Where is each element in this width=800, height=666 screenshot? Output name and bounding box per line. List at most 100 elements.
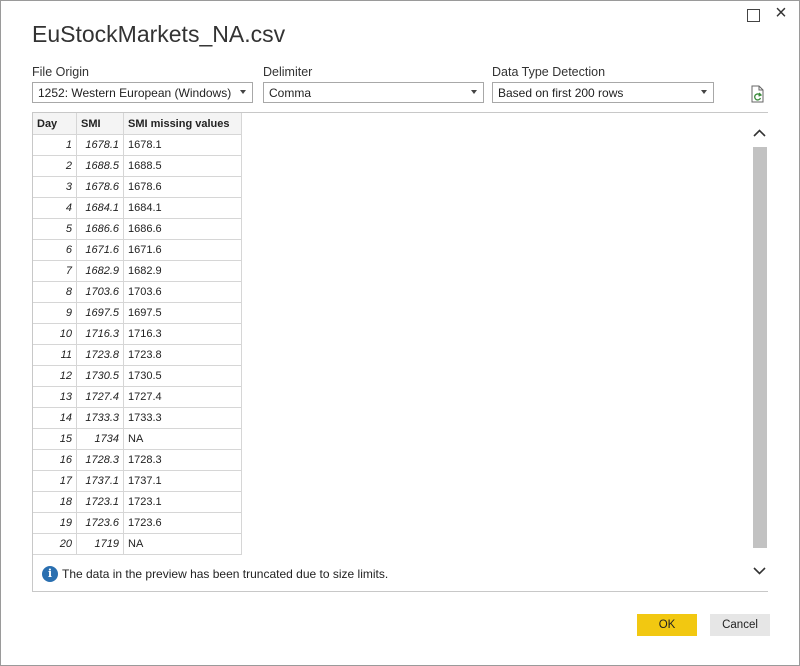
ok-button[interactable]: OK (637, 614, 697, 636)
table-row: 3 1678.6 1678.6 (33, 176, 242, 198)
cell-smi-missing: 1716.3 (123, 323, 242, 345)
table-row: 1 1678.1 1678.1 (33, 134, 242, 156)
table-row: 14 1733.3 1733.3 (33, 407, 242, 429)
cell-smi-missing: 1682.9 (123, 260, 242, 282)
cell-day: 20 (33, 533, 77, 555)
csv-import-dialog: × EuStockMarkets_NA.csv File Origin 1252… (0, 0, 800, 666)
table-row: 6 1671.6 1671.6 (33, 239, 242, 261)
cell-smi: 1682.9 (76, 260, 124, 282)
preview-table: Day SMI SMI missing values 1 1678.1 1678.1… (33, 113, 242, 555)
cell-smi-missing: 1727.4 (123, 386, 242, 408)
chevron-down-icon (701, 90, 707, 94)
table-row: 20 1719 NA (33, 533, 242, 555)
column-header-smi-missing: SMI missing values (123, 113, 242, 135)
table-row: 11 1723.8 1723.8 (33, 344, 242, 366)
refresh-preview-icon[interactable] (750, 85, 766, 103)
cell-day: 1 (33, 134, 77, 156)
cell-smi: 1719 (76, 533, 124, 555)
scroll-down-icon[interactable] (751, 561, 768, 581)
cell-smi: 1723.1 (76, 491, 124, 513)
cell-smi: 1716.3 (76, 323, 124, 345)
table-row: 10 1716.3 1716.3 (33, 323, 242, 345)
cell-day: 3 (33, 176, 77, 198)
cell-day: 8 (33, 281, 77, 303)
cancel-button[interactable]: Cancel (710, 614, 770, 636)
cell-smi: 1734 (76, 428, 124, 450)
cell-smi-missing: 1723.6 (123, 512, 242, 534)
column-header-smi: SMI (76, 113, 124, 135)
table-row: 19 1723.6 1723.6 (33, 512, 242, 534)
cell-smi: 1728.3 (76, 449, 124, 471)
table-row: 5 1686.6 1686.6 (33, 218, 242, 240)
cell-day: 16 (33, 449, 77, 471)
delimiter-label: Delimiter (263, 65, 313, 79)
cell-smi-missing: 1728.3 (123, 449, 242, 471)
cell-smi-missing: NA (123, 428, 242, 450)
chevron-down-icon (471, 90, 477, 94)
cell-smi-missing: 1723.1 (123, 491, 242, 513)
table-header-row: Day SMI SMI missing values (33, 113, 242, 135)
cell-smi: 1723.6 (76, 512, 124, 534)
file-origin-value: 1252: Western European (Windows) (38, 86, 232, 100)
cell-smi-missing: 1678.6 (123, 176, 242, 198)
data-preview: Day SMI SMI missing values 1 1678.1 1678.1… (32, 112, 768, 592)
cell-smi-missing: 1697.5 (123, 302, 242, 324)
table-row: 15 1734 NA (33, 428, 242, 450)
delimiter-value: Comma (269, 86, 312, 100)
info-icon: i (42, 566, 58, 582)
cell-smi: 1727.4 (76, 386, 124, 408)
cell-smi-missing: 1737.1 (123, 470, 242, 492)
file-origin-dropdown[interactable]: 1252: Western European (Windows) (32, 82, 253, 103)
file-origin-label: File Origin (32, 65, 89, 79)
table-row: 7 1682.9 1682.9 (33, 260, 242, 282)
cell-day: 6 (33, 239, 77, 261)
cell-day: 7 (33, 260, 77, 282)
delimiter-dropdown[interactable]: Comma (263, 82, 484, 103)
vertical-scrollbar[interactable] (751, 113, 768, 591)
cell-smi: 1723.8 (76, 344, 124, 366)
cell-day: 17 (33, 470, 77, 492)
maximize-icon[interactable] (747, 9, 760, 22)
table-row: 12 1730.5 1730.5 (33, 365, 242, 387)
cell-day: 13 (33, 386, 77, 408)
scroll-up-icon[interactable] (751, 123, 768, 143)
table-row: 9 1697.5 1697.5 (33, 302, 242, 324)
close-icon[interactable]: × (769, 1, 793, 25)
cell-smi-missing: 1686.6 (123, 218, 242, 240)
table-row: 8 1703.6 1703.6 (33, 281, 242, 303)
cell-smi-missing: 1671.6 (123, 239, 242, 261)
cell-day: 5 (33, 218, 77, 240)
cell-smi: 1671.6 (76, 239, 124, 261)
chevron-down-icon (240, 90, 246, 94)
cell-smi: 1678.6 (76, 176, 124, 198)
cell-day: 19 (33, 512, 77, 534)
cell-day: 15 (33, 428, 77, 450)
cell-smi: 1697.5 (76, 302, 124, 324)
notice-text: The data in the preview has been truncat… (62, 567, 389, 581)
cell-smi-missing: 1703.6 (123, 281, 242, 303)
cell-day: 9 (33, 302, 77, 324)
cell-smi: 1678.1 (76, 134, 124, 156)
cell-day: 10 (33, 323, 77, 345)
detection-dropdown[interactable]: Based on first 200 rows (492, 82, 714, 103)
scroll-thumb[interactable] (753, 147, 767, 548)
table-row: 17 1737.1 1737.1 (33, 470, 242, 492)
cell-smi: 1730.5 (76, 365, 124, 387)
cell-smi-missing: 1723.8 (123, 344, 242, 366)
cell-smi-missing: NA (123, 533, 242, 555)
cell-smi-missing: 1730.5 (123, 365, 242, 387)
column-header-day: Day (33, 113, 77, 135)
detection-value: Based on first 200 rows (498, 86, 624, 100)
cell-smi: 1737.1 (76, 470, 124, 492)
table-row: 18 1723.1 1723.1 (33, 491, 242, 513)
cell-smi: 1688.5 (76, 155, 124, 177)
cell-smi-missing: 1684.1 (123, 197, 242, 219)
truncation-notice: i The data in the preview has been trunca… (42, 566, 388, 582)
cell-day: 11 (33, 344, 77, 366)
cell-day: 12 (33, 365, 77, 387)
table-row: 4 1684.1 1684.1 (33, 197, 242, 219)
cell-smi: 1684.1 (76, 197, 124, 219)
cell-smi: 1733.3 (76, 407, 124, 429)
table-row: 2 1688.5 1688.5 (33, 155, 242, 177)
cell-day: 2 (33, 155, 77, 177)
